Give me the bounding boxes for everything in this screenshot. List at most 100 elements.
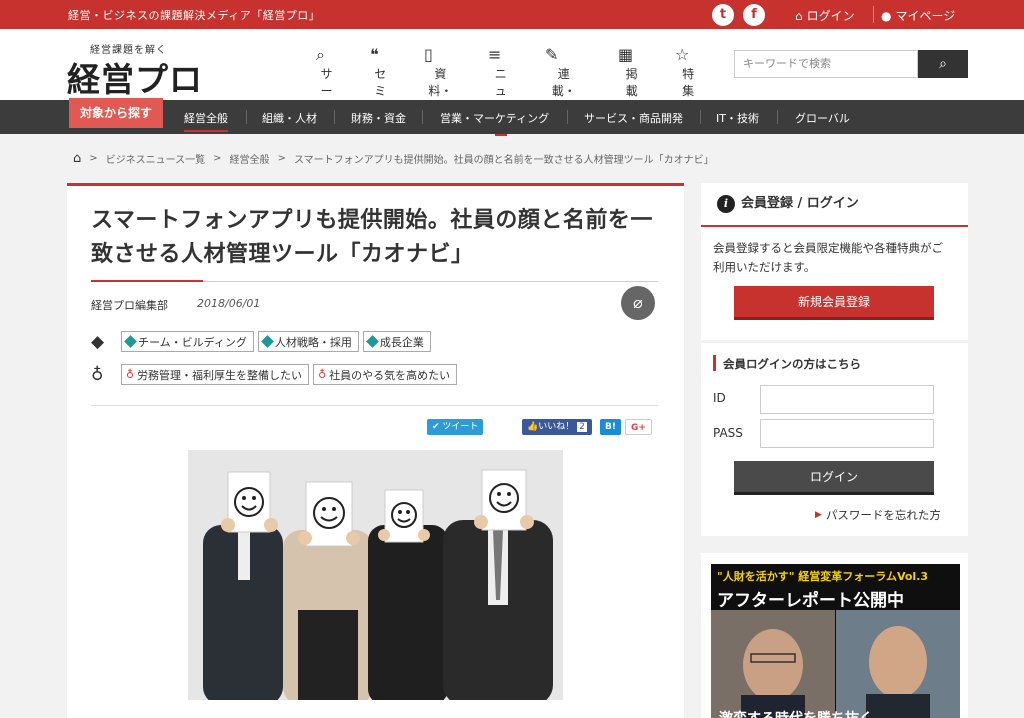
clip-icon[interactable]: ⌀ — [621, 286, 655, 320]
nav-label: 特集 — [682, 67, 695, 98]
category-divider — [567, 110, 568, 124]
nav-columns[interactable]: ✎連載・コラム — [545, 45, 576, 132]
thumbs-up-icon: 👍 — [527, 422, 539, 432]
category-marketing[interactable]: 営業・マーケティング — [440, 110, 549, 126]
theme-item[interactable]: ♁ 労務管理・福利厚生を整備したい — [121, 364, 310, 385]
mypage-link[interactable]: ● マイページ — [881, 7, 955, 24]
tag-icon: ◆ — [91, 331, 105, 352]
nav-news[interactable]: ≡ニュース — [488, 45, 507, 136]
article-author: 経営プロ編集部 — [91, 299, 168, 312]
tag-marker-icon — [261, 335, 274, 348]
breadcrumb: ⌂ > ビジネスニュース一覧 > 経営全般 > スマートフォンアプリも提供開始。… — [73, 151, 714, 166]
article-card: スマートフォンアプリも提供開始。社員の顔と名前を一致させる人材管理ツール「カオナ… — [67, 183, 684, 718]
search-button[interactable]: ⌕ — [918, 50, 968, 78]
category-it[interactable]: IT・技術 — [716, 110, 759, 126]
category-divider — [700, 110, 701, 124]
top-bar: 経営・ビジネスの課題解決メディア「経営プロ」 t f ⌂ ログイン ● マイページ — [0, 0, 1024, 29]
tweet-button[interactable]: ✔ ツイート — [427, 419, 484, 435]
password-field[interactable] — [760, 419, 934, 448]
banner-line-3: 激変する時代を勝ち抜く — [719, 708, 873, 718]
like-label: いいね！ — [538, 422, 575, 432]
nav-seminar[interactable]: ❝セミナー — [370, 45, 386, 132]
logo-text: 経営プロ — [67, 60, 203, 99]
forum-report-banner[interactable]: "人財を活かす" 経営変革フォーラムVol.3 アフターレポート公開中 激変する… — [711, 564, 960, 718]
breadcrumb-separator: > — [277, 153, 286, 164]
category-divider — [334, 110, 335, 124]
search-input[interactable]: キーワードで検索 — [734, 50, 918, 78]
chat-icon: ❝ — [370, 45, 379, 64]
star-icon: ☆ — [675, 45, 690, 64]
login-button[interactable]: ログイン — [734, 461, 934, 495]
tag-item[interactable]: チーム・ビルディング — [121, 331, 254, 352]
login-link-label: ログイン — [806, 9, 855, 23]
nav-documents[interactable]: ▯資料・事例 — [424, 45, 452, 115]
info-icon: i — [717, 195, 735, 213]
category-general[interactable]: 経営全般 — [184, 110, 228, 132]
breadcrumb-current: スマートフォンアプリも提供開始。社員の顔と名前を一致させる人材管理ツール「カオナ… — [293, 155, 714, 166]
like-count: 2 — [577, 422, 587, 432]
pencil-icon: ✎ — [545, 45, 559, 64]
tag-label: 人材戦略・採用 — [274, 335, 352, 349]
article-date: 2018/06/01 — [197, 297, 261, 310]
breadcrumb-item[interactable]: ビジネスニュース一覧 — [106, 151, 206, 166]
nav-service[interactable]: ⌕サービス — [316, 45, 333, 132]
document-icon: ▯ — [424, 45, 433, 64]
banner-line-2: アフターレポート公開中 — [717, 591, 904, 611]
lightbulb-icon: ♁ — [318, 368, 327, 381]
home-icon[interactable]: ⌂ — [73, 151, 81, 166]
nav-features[interactable]: ☆ 特集 — [675, 45, 694, 98]
home-icon: ⌂ — [795, 8, 803, 23]
category-product[interactable]: サービス・商品開発 — [584, 110, 683, 126]
category-finance[interactable]: 財務・資金 — [351, 110, 406, 126]
google-plus-button[interactable]: G+ — [625, 419, 652, 435]
facebook-icon[interactable]: f — [743, 4, 765, 26]
theme-label: 労務管理・福利厚生を整備したい — [137, 368, 303, 382]
tag-marker-icon — [366, 335, 379, 348]
find-by-target-button[interactable]: 対象から探す — [69, 98, 163, 128]
forgot-password-label: パスワードを忘れた方 — [825, 508, 941, 522]
tag-row: ◆ チーム・ビルディング 人材戦略・採用 成長企業 — [91, 331, 431, 352]
id-field[interactable] — [760, 385, 934, 414]
tag-label: 成長企業 — [379, 335, 424, 349]
article-title: スマートフォンアプリも提供開始。社員の顔と名前を一致させる人材管理ツール「カオナ… — [91, 208, 653, 267]
tweet-label: ツイート — [442, 422, 479, 432]
banner-line-1: "人財を活かす" 経営変革フォーラムVol.3 — [717, 570, 929, 583]
lightbulb-icon: ♁ — [126, 368, 135, 381]
speaker-photos — [711, 610, 960, 718]
login-box-title: 会員ログインの方はこちら — [723, 357, 861, 371]
search-icon: ⌕ — [316, 45, 325, 64]
site-tagline: 経営・ビジネスの課題解決メディア「経営プロ」 — [68, 9, 321, 22]
register-button[interactable]: 新規会員登録 — [734, 286, 934, 320]
tag-label: チーム・ビルディング — [138, 335, 247, 349]
nav-companies[interactable]: ▦掲載企業 — [618, 45, 638, 132]
breadcrumb-item[interactable]: 経営全般 — [230, 151, 270, 166]
id-label: ID — [713, 391, 726, 405]
breadcrumb-separator: > — [89, 153, 98, 164]
category-global[interactable]: グローバル — [795, 110, 850, 126]
triangle-right-icon: ▶ — [815, 510, 822, 520]
theme-row: ♁ ♁ 労務管理・福利厚生を整備したい ♁ 社員のやる気を高めたい — [91, 364, 458, 385]
category-organization[interactable]: 組織・人材 — [262, 110, 317, 126]
login-box: 会員ログインの方はこちら ID PASS ログイン ▶ パスワードを忘れた方 — [701, 343, 968, 536]
site-header: 経営課題を解く 経営プロ ⌕サービス ❝セミナー ▯資料・事例 ≡ニュース ✎連… — [0, 29, 1024, 136]
article-photo — [188, 450, 563, 700]
category-divider — [422, 110, 423, 124]
tag-item[interactable]: 成長企業 — [362, 331, 431, 352]
title-rule-accent — [91, 280, 203, 282]
user-icon: ● — [881, 8, 892, 23]
forgot-password-link[interactable]: ▶ パスワードを忘れた方 — [815, 507, 941, 523]
mypage-link-label: マイページ — [895, 9, 956, 23]
tag-item[interactable]: 人材戦略・採用 — [257, 331, 359, 352]
category-divider — [246, 110, 247, 124]
twitter-icon[interactable]: t — [712, 4, 734, 26]
topbar-divider — [873, 6, 874, 23]
tag-marker-icon — [124, 335, 137, 348]
member-box-text: 会員登録すると会員限定機能や各種特典がご利用いただけます。 — [713, 241, 943, 274]
lightbulb-icon: ♁ — [91, 364, 104, 385]
theme-item[interactable]: ♁ 社員のやる気を高めたい — [313, 364, 458, 385]
twitter-icon: ✔ — [432, 422, 443, 432]
hatena-bookmark-button[interactable]: B! — [600, 419, 621, 435]
facebook-like-button[interactable]: 👍いいね！ 2 — [522, 419, 592, 435]
theme-label: 社員のやる気を高めたい — [329, 368, 451, 382]
login-link[interactable]: ⌂ ログイン — [795, 7, 855, 24]
